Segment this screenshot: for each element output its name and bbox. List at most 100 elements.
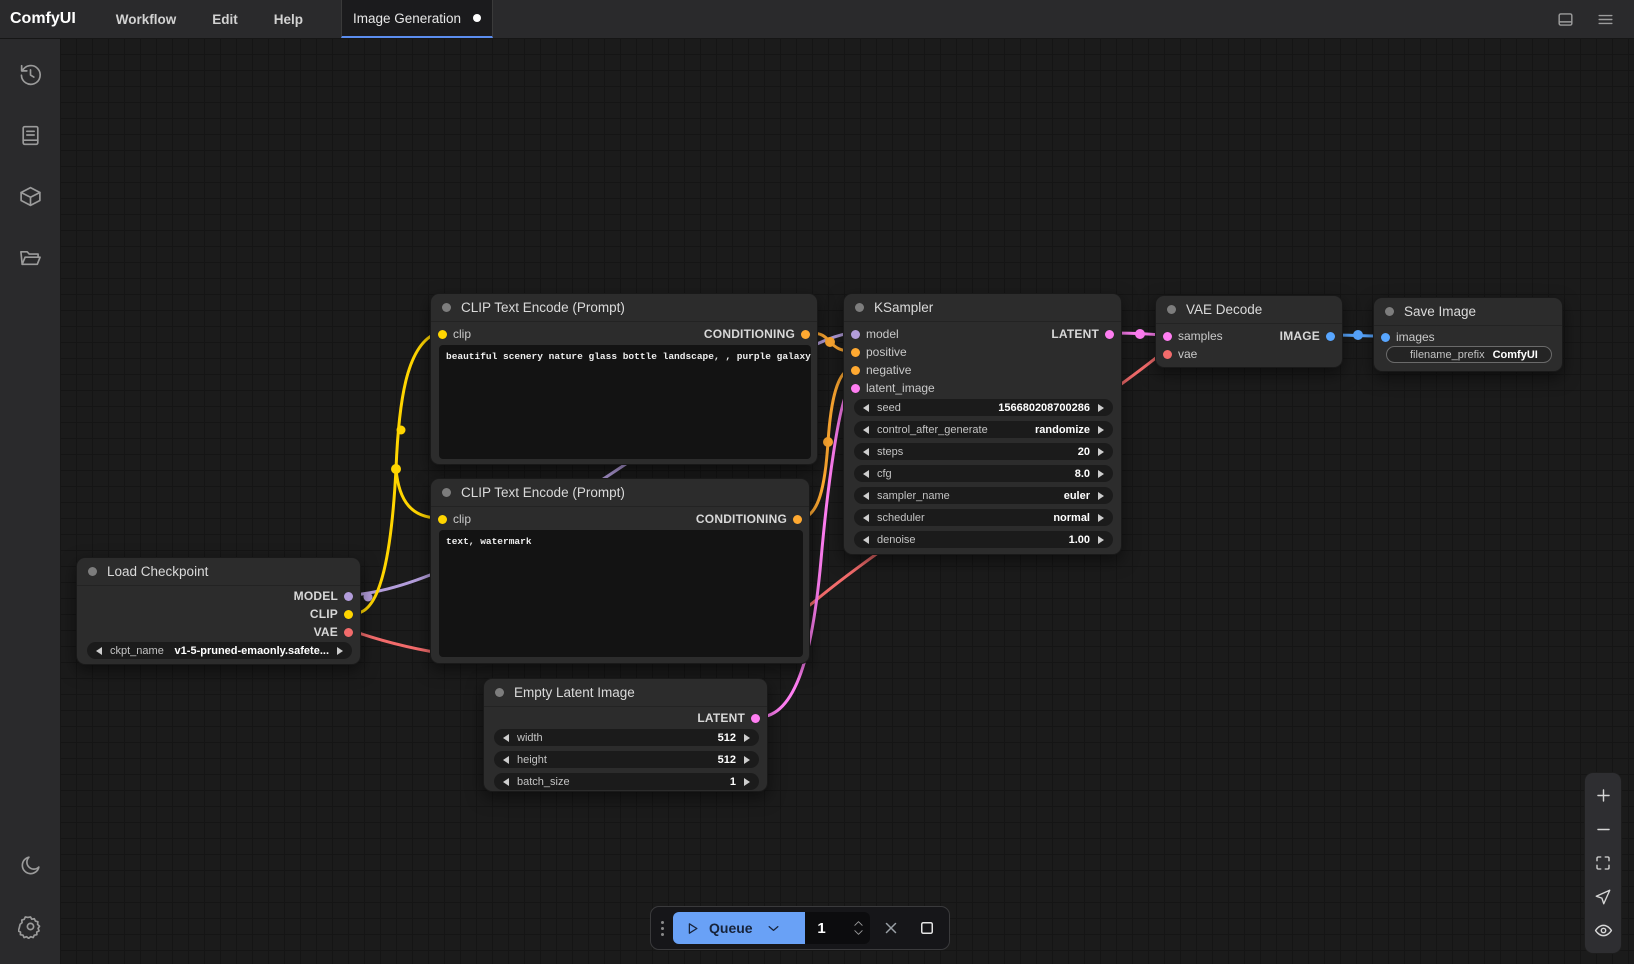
widget-scheduler[interactable]: scheduler normal bbox=[854, 509, 1113, 526]
menu-workflow[interactable]: Workflow bbox=[98, 0, 195, 38]
collapse-dot-icon[interactable] bbox=[442, 488, 451, 497]
widget-cfg[interactable]: cfg 8.0 bbox=[854, 465, 1113, 482]
collapse-dot-icon[interactable] bbox=[1385, 307, 1394, 316]
decrement-arrow-icon[interactable] bbox=[863, 536, 869, 544]
sidebar-item-settings[interactable] bbox=[8, 904, 52, 948]
widget-batch-size[interactable]: batch_size 1 bbox=[494, 773, 759, 790]
output-port-vae[interactable]: VAE bbox=[314, 623, 353, 641]
decrement-arrow-icon[interactable] bbox=[863, 404, 869, 412]
latent-port-dot[interactable] bbox=[851, 384, 860, 393]
zoom-out-button[interactable] bbox=[1588, 814, 1618, 844]
node-title-bar[interactable]: Load Checkpoint bbox=[77, 558, 360, 586]
node-vae-decode[interactable]: VAE Decode samples vae IMAGE bbox=[1155, 295, 1343, 368]
widget-value[interactable]: 512 bbox=[718, 732, 736, 744]
menu-edit[interactable]: Edit bbox=[194, 0, 256, 38]
node-title-bar[interactable]: Save Image bbox=[1374, 298, 1562, 326]
node-save-image[interactable]: Save Image images filename_prefix ComfyU… bbox=[1373, 297, 1563, 372]
vae-port-dot[interactable] bbox=[344, 628, 353, 637]
increment-arrow-icon[interactable] bbox=[744, 756, 750, 764]
widget-value[interactable]: euler bbox=[1064, 490, 1090, 502]
widget-ckpt-name[interactable]: ckpt_name v1-5-pruned-emaonly.safete... bbox=[87, 642, 352, 659]
decrement-arrow-icon[interactable] bbox=[863, 514, 869, 522]
batch-count-input[interactable]: 1 bbox=[805, 912, 870, 944]
widget-width[interactable]: width 512 bbox=[494, 729, 759, 746]
input-port-latent-image[interactable]: latent_image bbox=[851, 379, 935, 397]
clear-queue-button[interactable] bbox=[877, 913, 905, 943]
toggle-link-visibility-button[interactable] bbox=[1588, 915, 1618, 945]
increment-arrow-icon[interactable] bbox=[337, 647, 343, 655]
node-empty-latent-image[interactable]: Empty Latent Image LATENT width 512 heig… bbox=[483, 678, 768, 792]
input-port-samples[interactable]: samples bbox=[1163, 327, 1223, 345]
increment-arrow-icon[interactable] bbox=[1098, 470, 1104, 478]
output-port-conditioning[interactable]: CONDITIONING bbox=[704, 325, 810, 343]
queue-button[interactable]: Queue bbox=[673, 912, 805, 944]
model-port-dot[interactable] bbox=[344, 592, 353, 601]
widget-value[interactable]: 20 bbox=[1078, 446, 1090, 458]
widget-value[interactable]: 156680208700286 bbox=[998, 402, 1090, 414]
decrement-arrow-icon[interactable] bbox=[503, 734, 509, 742]
node-clip-text-encode-negative[interactable]: CLIP Text Encode (Prompt) clip CONDITION… bbox=[430, 478, 810, 664]
main-menu-button[interactable] bbox=[1590, 4, 1620, 34]
decrement-arrow-icon[interactable] bbox=[863, 426, 869, 434]
increment-arrow-icon[interactable] bbox=[1098, 492, 1104, 500]
node-clip-text-encode-positive[interactable]: CLIP Text Encode (Prompt) clip CONDITION… bbox=[430, 293, 818, 465]
interrupt-button[interactable] bbox=[913, 913, 941, 943]
widget-value[interactable]: randomize bbox=[1035, 424, 1090, 436]
sidebar-item-workflows[interactable] bbox=[8, 235, 52, 279]
widget-value[interactable]: 512 bbox=[718, 754, 736, 766]
latent-port-dot[interactable] bbox=[1105, 330, 1114, 339]
widget-sampler-name[interactable]: sampler_name euler bbox=[854, 487, 1113, 504]
widget-height[interactable]: height 512 bbox=[494, 751, 759, 768]
widget-steps[interactable]: steps 20 bbox=[854, 443, 1113, 460]
input-port-images[interactable]: images bbox=[1381, 328, 1435, 346]
widget-filename-prefix[interactable]: filename_prefix ComfyUI bbox=[1386, 346, 1552, 363]
sidebar-item-theme-toggle[interactable] bbox=[8, 843, 52, 887]
collapse-dot-icon[interactable] bbox=[855, 303, 864, 312]
clip-port-dot[interactable] bbox=[438, 515, 447, 524]
image-port-dot[interactable] bbox=[1326, 332, 1335, 341]
widget-value[interactable]: normal bbox=[1053, 512, 1090, 524]
input-port-clip[interactable]: clip bbox=[438, 510, 471, 528]
decrement-arrow-icon[interactable] bbox=[503, 778, 509, 786]
pan-mode-button[interactable] bbox=[1588, 882, 1618, 912]
image-port-dot[interactable] bbox=[1381, 333, 1390, 342]
clip-port-dot[interactable] bbox=[344, 610, 353, 619]
node-ksampler[interactable]: KSampler model positive negative latent_… bbox=[843, 293, 1122, 555]
fit-view-button[interactable] bbox=[1588, 848, 1618, 878]
output-port-latent[interactable]: LATENT bbox=[1051, 325, 1114, 343]
stepper-down-icon[interactable] bbox=[853, 929, 864, 936]
input-port-vae[interactable]: vae bbox=[1163, 345, 1197, 363]
latent-port-dot[interactable] bbox=[1163, 332, 1172, 341]
increment-arrow-icon[interactable] bbox=[1098, 536, 1104, 544]
node-title-bar[interactable]: CLIP Text Encode (Prompt) bbox=[431, 294, 817, 322]
conditioning-port-dot[interactable] bbox=[851, 366, 860, 375]
output-port-image[interactable]: IMAGE bbox=[1280, 327, 1335, 345]
input-port-negative[interactable]: negative bbox=[851, 361, 911, 379]
increment-arrow-icon[interactable] bbox=[1098, 448, 1104, 456]
increment-arrow-icon[interactable] bbox=[1098, 404, 1104, 412]
node-title-bar[interactable]: CLIP Text Encode (Prompt) bbox=[431, 479, 809, 507]
node-title-bar[interactable]: KSampler bbox=[844, 294, 1121, 322]
decrement-arrow-icon[interactable] bbox=[863, 448, 869, 456]
increment-arrow-icon[interactable] bbox=[744, 734, 750, 742]
widget-value[interactable]: 1 bbox=[730, 776, 736, 788]
menu-help[interactable]: Help bbox=[256, 0, 321, 38]
zoom-in-button[interactable] bbox=[1588, 781, 1618, 811]
increment-arrow-icon[interactable] bbox=[744, 778, 750, 786]
input-port-positive[interactable]: positive bbox=[851, 343, 907, 361]
widget-value[interactable]: v1-5-pruned-emaonly.safete... bbox=[175, 645, 329, 657]
node-title-bar[interactable]: VAE Decode bbox=[1156, 296, 1342, 324]
widget-denoise[interactable]: denoise 1.00 bbox=[854, 531, 1113, 548]
toolbar-drag-handle[interactable] bbox=[659, 921, 666, 936]
sidebar-item-node-log[interactable] bbox=[8, 113, 52, 157]
decrement-arrow-icon[interactable] bbox=[96, 647, 102, 655]
collapse-dot-icon[interactable] bbox=[442, 303, 451, 312]
decrement-arrow-icon[interactable] bbox=[503, 756, 509, 764]
model-port-dot[interactable] bbox=[851, 330, 860, 339]
widget-value[interactable]: 1.00 bbox=[1069, 534, 1090, 546]
output-port-clip[interactable]: CLIP bbox=[310, 605, 353, 623]
widget-value[interactable]: 8.0 bbox=[1075, 468, 1090, 480]
widget-seed[interactable]: seed 156680208700286 bbox=[854, 399, 1113, 416]
vae-port-dot[interactable] bbox=[1163, 350, 1172, 359]
input-port-clip[interactable]: clip bbox=[438, 325, 471, 343]
